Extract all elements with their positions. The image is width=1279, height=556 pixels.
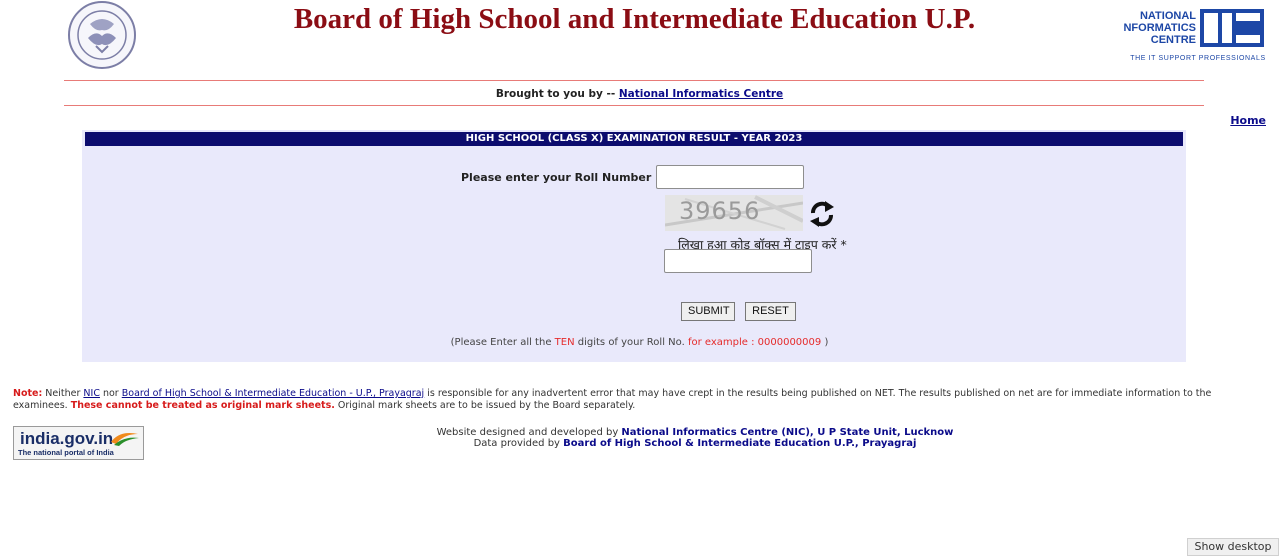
note-text-2: nor (99, 388, 122, 399)
hint-text-2: digits of your Roll No. (574, 337, 688, 348)
nic-link[interactable]: National Informatics Centre (619, 88, 783, 100)
hint-text-3: ) (821, 337, 829, 348)
designed-by-line: Website designed and developed by Nation… (0, 427, 1279, 438)
header-divider-bottom (64, 105, 1204, 106)
brought-by-prefix: Brought to you by -- (495, 88, 619, 100)
india-gov-subtitle: The national portal of India (18, 448, 114, 457)
page-title: Board of High School and Intermediate Ed… (293, 3, 976, 35)
data-by-prefix: Data provided by (473, 438, 564, 449)
refresh-captcha-icon[interactable] (808, 199, 836, 229)
roll-number-label: Please enter your Roll Number (461, 171, 652, 184)
header-divider-top (64, 80, 1204, 81)
data-by-org: Board of High School & Intermediate Educ… (563, 438, 917, 449)
captcha-code: 39656 (679, 197, 761, 225)
form-heading: HIGH SCHOOL (CLASS X) EXAMINATION RESULT… (85, 132, 1183, 146)
nic-logo: NATIONAL INFORMATICS CENTRE THE IT SUPPO… (1120, 6, 1272, 66)
note-warning: These cannot be treated as original mark… (70, 400, 335, 411)
designed-by-org: National Informatics Centre (NIC), U P S… (621, 427, 954, 438)
brought-by-line: Brought to you by -- National Informatic… (0, 88, 1279, 100)
data-by-line: Data provided by Board of High School & … (0, 438, 1279, 449)
hint-example: for example : 0000000009 (687, 337, 822, 348)
footer-credits: Website designed and developed by Nation… (0, 427, 1279, 449)
hint-ten: TEN (554, 337, 575, 348)
designed-by-prefix: Website designed and developed by (436, 427, 622, 438)
submit-button[interactable]: SUBMIT (681, 302, 735, 321)
home-link[interactable]: Home (1230, 114, 1266, 127)
nic-logo-line-3: CENTRE (1151, 34, 1196, 46)
roll-number-input[interactable] (656, 165, 804, 189)
disclaimer-note: Note: Neither NIC nor Board of High Scho… (13, 388, 1269, 412)
note-label: Note: (13, 388, 43, 399)
hint-text-1: (Please Enter all the (450, 337, 555, 348)
nic-logo-line-2: INFORMATICS (1124, 22, 1196, 34)
nic-logo-line-1: NATIONAL (1140, 10, 1196, 22)
note-text-1: Neither (42, 388, 84, 399)
captcha-image: 39656 (665, 195, 803, 231)
captcha-input[interactable] (664, 249, 812, 273)
note-text-4: Original mark sheets are to be issued by… (334, 400, 636, 411)
reset-button[interactable]: RESET (745, 302, 796, 321)
show-desktop-button[interactable]: Show desktop (1187, 538, 1279, 556)
result-form-panel: HIGH SCHOOL (CLASS X) EXAMINATION RESULT… (82, 130, 1186, 362)
nic-tagline: THE IT SUPPORT PROFESSIONALS (1130, 55, 1265, 62)
note-nic-link[interactable]: NIC (83, 388, 100, 399)
roll-number-hint: (Please Enter all the TEN digits of your… (0, 337, 1279, 348)
note-board-link[interactable]: Board of High School & Intermediate Educ… (122, 388, 424, 399)
